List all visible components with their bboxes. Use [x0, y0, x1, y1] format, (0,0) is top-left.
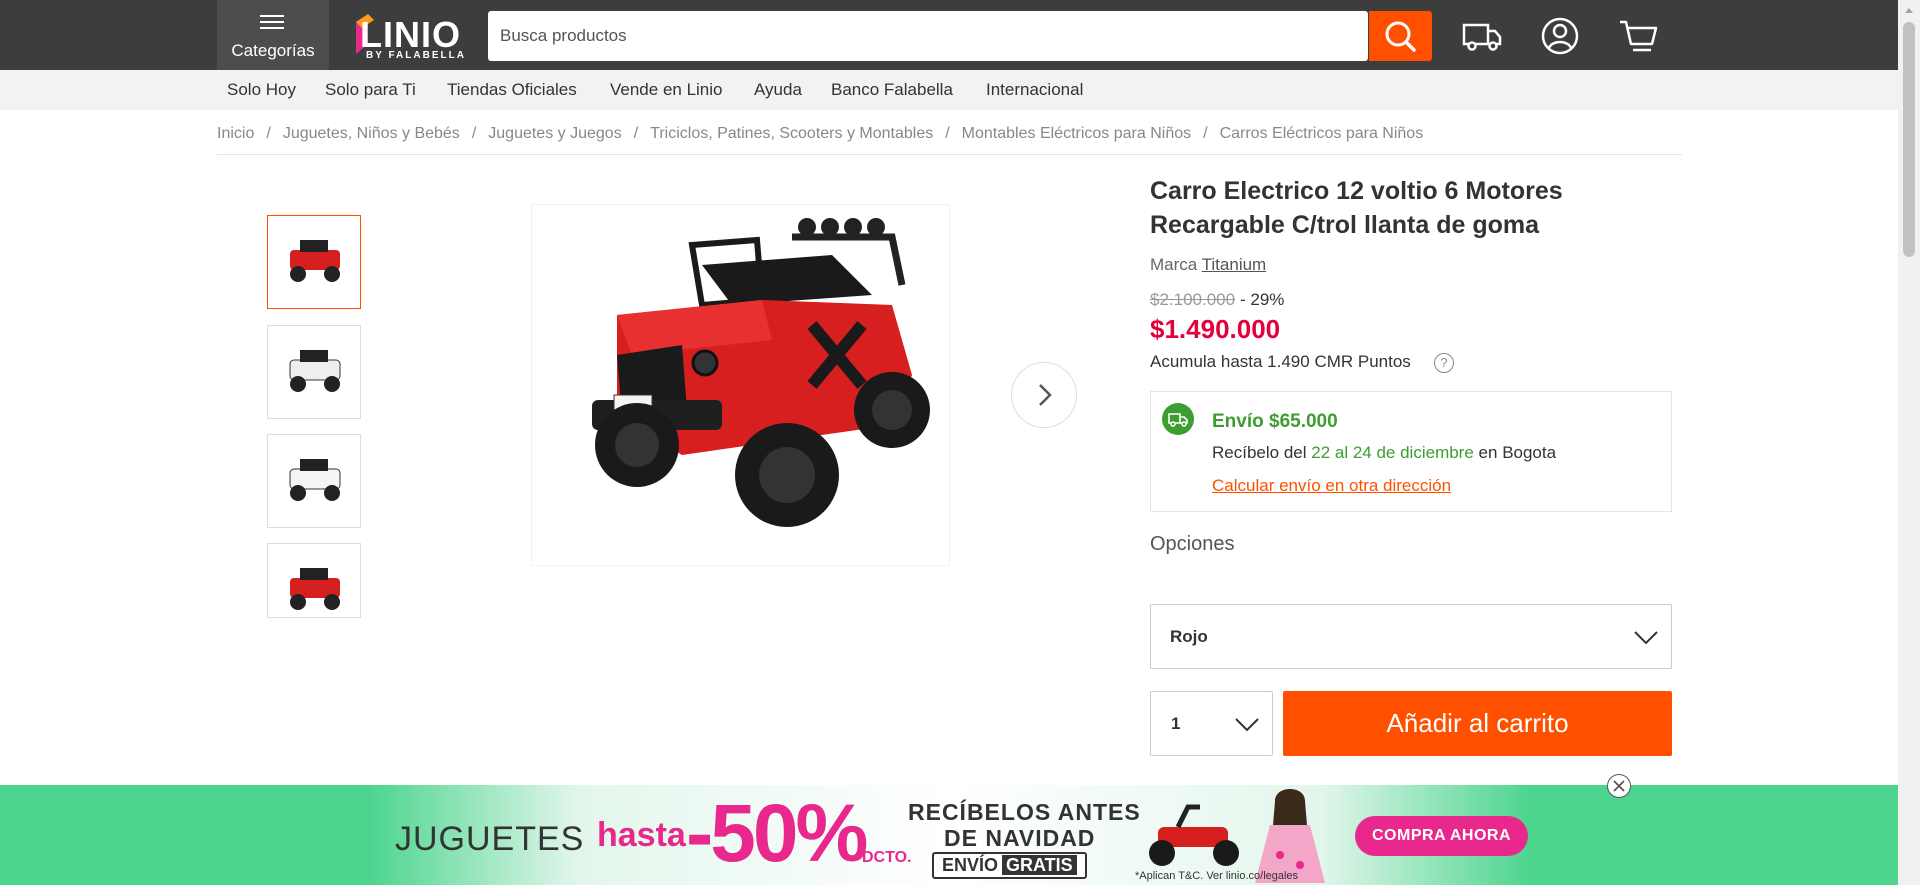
banner-gratis: GRATIS — [1002, 855, 1077, 875]
categories-button[interactable]: Categorías — [217, 0, 329, 70]
banner-hasta: hasta — [597, 816, 686, 854]
product-thumbnail-image — [290, 568, 340, 610]
calculate-shipping-link[interactable]: Calcular envío en otra dirección — [1212, 476, 1451, 496]
breadcrumb-item-current[interactable]: Carros Eléctricos para Niños — [1220, 125, 1424, 142]
nav-solo-para-ti[interactable]: Solo para Ti — [325, 80, 416, 100]
next-image-button[interactable] — [1011, 362, 1077, 428]
thumbnail-2[interactable] — [267, 325, 361, 419]
thumbnail-4[interactable] — [267, 543, 361, 618]
breadcrumb-item[interactable]: Juguetes, Niños y Bebés — [283, 125, 460, 142]
thumbnail-3[interactable] — [267, 434, 361, 528]
brand-label: Marca — [1150, 255, 1198, 274]
delivery-city-prefix: en — [1478, 443, 1498, 462]
color-select[interactable]: Rojo — [1150, 604, 1672, 669]
banner-dcto: DCTO. — [862, 849, 912, 866]
delivery-prefix: Recíbelo del — [1212, 443, 1307, 462]
brand-line: Marca Titanium — [1150, 255, 1266, 275]
divider — [217, 154, 1682, 155]
breadcrumb-item[interactable]: Inicio — [217, 125, 254, 142]
nav-ayuda[interactable]: Ayuda — [754, 80, 802, 100]
user-icon — [1541, 17, 1579, 55]
product-thumbnail-image — [289, 350, 341, 392]
shipping-title: Envío $65.000 — [1212, 411, 1338, 432]
linio-logo[interactable]: LINIO BY FALABELLA — [352, 12, 468, 62]
banner-legal: *Aplican T&C. Ver linio.co/legales — [1135, 870, 1299, 882]
breadcrumb-separator: / — [1203, 125, 1208, 142]
search-input[interactable] — [488, 11, 1368, 61]
truck-icon — [1462, 23, 1502, 51]
quantity-select[interactable]: 1 — [1150, 691, 1273, 756]
breadcrumb-item[interactable]: Juguetes y Juegos — [488, 125, 621, 142]
cart-icon — [1620, 20, 1658, 52]
search-button[interactable] — [1369, 11, 1432, 61]
banner-line2: DE NAVIDAD — [944, 825, 1096, 851]
chevron-down-icon — [1235, 718, 1259, 732]
breadcrumb-separator: / — [945, 125, 950, 142]
shipping-icon — [1162, 403, 1194, 435]
promo-banner[interactable]: JUGUETES hasta -50% DCTO. RECÍBELOS ANTE… — [0, 785, 1898, 885]
search-icon — [1385, 21, 1416, 52]
nav-internacional[interactable]: Internacional — [986, 80, 1083, 100]
breadcrumb-separator: / — [471, 125, 477, 142]
nav-tiendas-oficiales[interactable]: Tiendas Oficiales — [447, 80, 577, 100]
product-thumbnail-image — [290, 240, 340, 282]
account-button[interactable] — [1538, 14, 1582, 58]
nav-vende-en-linio[interactable]: Vende en Linio — [610, 80, 723, 100]
red-toy-jeep-image — [592, 218, 930, 527]
main-product-image[interactable] — [531, 204, 950, 566]
close-banner-button[interactable] — [1607, 774, 1631, 798]
delivery-city: Bogota — [1502, 443, 1557, 462]
search-box — [488, 11, 1368, 61]
secondary-nav: Solo Hoy Solo para Ti Tiendas Oficiales … — [0, 70, 1898, 110]
truck-icon — [1168, 413, 1188, 427]
banner-cta-button[interactable]: COMPRA AHORA — [1355, 816, 1528, 856]
banner-percent: -50% — [686, 788, 868, 879]
breadcrumb-item[interactable]: Montables Eléctricos para Niños — [962, 125, 1191, 142]
banner-juguetes: JUGUETES — [395, 820, 585, 858]
delivery-estimate: Recíbelo del 22 al 24 de diciembre en Bo… — [1212, 443, 1556, 463]
shipping-box: Envío $65.000 Recíbelo del 22 al 24 de d… — [1150, 391, 1672, 512]
breadcrumb: Inicio / Juguetes, Niños y Bebés / Juguetes … — [217, 125, 1423, 143]
color-select-value: Rojo — [1170, 627, 1208, 646]
nav-banco-falabella[interactable]: Banco Falabella — [831, 80, 953, 100]
banner-line1: RECÍBELOS ANTES — [908, 799, 1141, 825]
scrollbar-thumb[interactable] — [1903, 22, 1915, 257]
breadcrumb-separator: / — [633, 125, 639, 142]
product-title: Carro Electrico 12 voltio 6 Motores Reca… — [1150, 177, 1563, 239]
delivery-tracking-button[interactable] — [1460, 14, 1504, 58]
nav-solo-hoy[interactable]: Solo Hoy — [227, 80, 296, 100]
help-icon[interactable]: ? — [1434, 353, 1454, 373]
go-kart-image — [1149, 804, 1239, 866]
top-header: Categorías LINIO BY FALABELLA — [0, 0, 1898, 70]
close-icon — [1613, 780, 1625, 792]
categories-label: Categorías — [231, 41, 315, 60]
quantity-value: 1 — [1171, 714, 1181, 733]
chevron-right-icon — [1039, 384, 1052, 406]
banner-envio-gratis: ENVÍO GRATIS — [932, 852, 1087, 879]
cart-button[interactable] — [1616, 14, 1660, 58]
breadcrumb-separator: / — [266, 125, 271, 142]
current-price: $1.490.000 — [1150, 314, 1281, 344]
breadcrumb-item[interactable]: Triciclos, Patines, Scooters y Montables — [650, 125, 933, 142]
logo-subtitle: BY FALABELLA — [366, 50, 466, 61]
banner-envio: ENVÍO — [942, 855, 999, 875]
scroll-up-icon[interactable] — [1903, 4, 1915, 16]
old-price: $2.100.000 — [1150, 290, 1236, 309]
chevron-down-icon — [1634, 631, 1658, 645]
cmr-points: Acumula hasta 1.490 CMR Puntos — [1150, 352, 1411, 371]
options-label: Opciones — [1150, 533, 1235, 555]
delivery-dates: 22 al 24 de diciembre — [1311, 443, 1474, 462]
brand-link[interactable]: Titanium — [1202, 255, 1267, 274]
thumbnail-1[interactable] — [267, 215, 361, 309]
discount-badge: - 29% — [1240, 290, 1285, 309]
menu-icon — [260, 15, 284, 29]
product-thumbnail-image — [289, 459, 341, 501]
add-to-cart-button[interactable]: Añadir al carrito — [1283, 691, 1672, 756]
